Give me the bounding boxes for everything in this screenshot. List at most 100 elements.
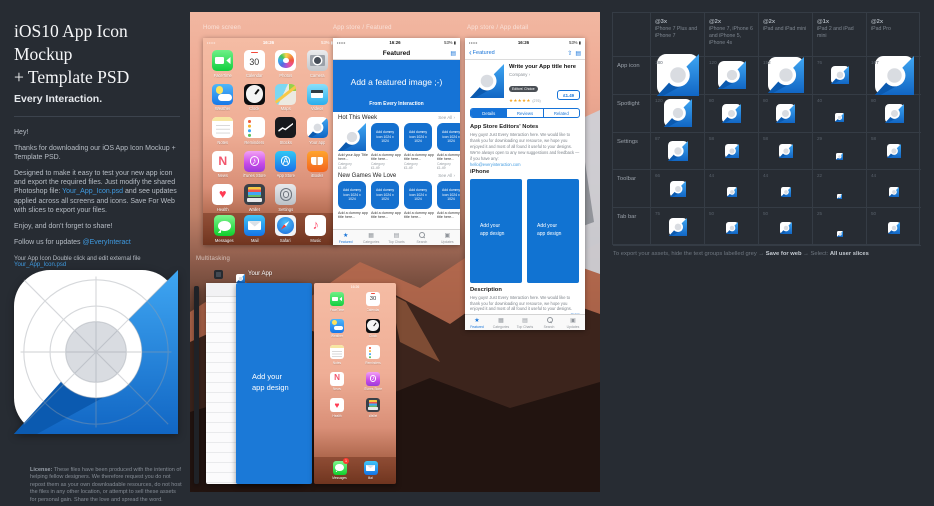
notes-app-icon[interactable]	[330, 345, 344, 359]
twitter-handle-link[interactable]: @EveryInteract	[82, 239, 130, 246]
card-price[interactable]: £1.49	[404, 166, 434, 170]
app-card[interactable]: Add dummy icon 1024 x 1024Add a dummy ap…	[338, 181, 368, 228]
card-price[interactable]: £1.49	[338, 166, 368, 170]
messages-app-icon[interactable]: 1	[333, 461, 347, 475]
your-app-label: Your App	[248, 271, 272, 277]
app-card[interactable]: Add dummy icon 1024 x 1024Add a dummy ap…	[404, 181, 434, 228]
segment-related[interactable]: Related	[543, 109, 579, 117]
app-launcher: Wallet	[355, 398, 391, 418]
tab-top-charts[interactable]: Top Charts	[513, 315, 537, 330]
segment-reviews[interactable]: Reviews	[506, 109, 542, 117]
tab-search[interactable]: Search	[409, 230, 434, 245]
camera-app-icon[interactable]	[307, 50, 328, 71]
messages-app-icon[interactable]	[214, 215, 235, 236]
wallet-app-icon[interactable]	[244, 184, 265, 205]
app-store-app-icon[interactable]	[275, 151, 296, 172]
tab-label: Updates	[567, 325, 580, 329]
dock: MessagesMailSafariMusic	[203, 213, 337, 245]
mail-app-icon[interactable]	[364, 461, 378, 475]
tab-top-charts[interactable]: Top Charts	[384, 230, 409, 245]
your-app-card[interactable]: Add your app design	[236, 283, 312, 484]
tab-categories[interactable]: Categories	[489, 315, 513, 330]
template-app-icon	[837, 186, 842, 191]
reminders-app-icon[interactable]	[366, 345, 380, 359]
card-title: Add a dummy app title here...	[437, 153, 460, 162]
icon-size-cell: 75	[651, 208, 705, 246]
home-screen-card[interactable]: 16:26FaceTime30CalendarWeatherClockNotes…	[314, 283, 396, 484]
size-value: 50	[709, 211, 714, 216]
company-link[interactable]: Company ›	[509, 72, 580, 77]
app-launcher: iTunes Store	[355, 372, 391, 392]
greeting: Hey!	[14, 128, 178, 137]
search-icon	[418, 232, 425, 239]
size-value: 66	[655, 173, 660, 178]
app-launcher: Weather	[319, 319, 355, 339]
wishlist-icon[interactable]: ▤	[575, 50, 581, 57]
videos-app-icon[interactable]	[307, 84, 328, 105]
template-app-icon	[781, 184, 791, 194]
back-button[interactable]: ‹Featured	[469, 47, 495, 59]
notes-app-icon[interactable]	[212, 117, 233, 138]
facetime-app-icon[interactable]	[212, 50, 233, 71]
ibooks-app-icon[interactable]	[307, 151, 328, 172]
clock-app-icon[interactable]	[366, 319, 380, 333]
photos-app-icon[interactable]	[275, 50, 296, 71]
template-app-icon-large[interactable]	[14, 270, 178, 434]
tab-featured[interactable]: Featured	[333, 230, 358, 245]
all-user-slices-text: All user slices	[830, 251, 869, 257]
see-all-link[interactable]: See All ›	[438, 115, 455, 120]
facetime-app-icon[interactable]	[330, 292, 344, 306]
app-label: News	[333, 387, 341, 391]
size-value: 44	[871, 173, 876, 178]
segment-details[interactable]: Details	[471, 109, 506, 117]
your-app-app-icon[interactable]	[307, 117, 328, 138]
maps-app-icon[interactable]	[275, 84, 296, 105]
wishlist-icon[interactable]: ▤	[450, 50, 456, 57]
device-label: iPad Pro	[871, 26, 891, 33]
see-all-link[interactable]: See All ›	[438, 173, 455, 178]
health-app-icon[interactable]	[212, 184, 233, 205]
safari-app-icon[interactable]	[275, 215, 296, 236]
itunes-store-app-icon[interactable]	[366, 372, 380, 386]
app-card[interactable]: Add dummy icon 1024 x 1024Add a dummy ap…	[437, 181, 460, 228]
stocks-app-icon[interactable]	[275, 117, 296, 138]
psd-file-link[interactable]: Your_App_Icon.psd	[62, 188, 123, 195]
share-icon[interactable]: ⇧	[567, 50, 572, 57]
template-app-icon	[725, 144, 739, 158]
size-value: 22	[817, 173, 822, 178]
clock-app-icon[interactable]	[244, 84, 265, 105]
mail-app-icon[interactable]	[244, 215, 265, 236]
settings-app-icon[interactable]	[275, 184, 296, 205]
card-price[interactable]: £1.49	[437, 166, 460, 170]
tab-categories[interactable]: Categories	[358, 230, 383, 245]
app-card[interactable]: Add your App Title here...Category£1.49	[338, 123, 368, 170]
app-card[interactable]: Add dummy icon 1024 x 1024Add a dummy ap…	[371, 181, 401, 228]
price-button[interactable]: £1.49	[557, 90, 580, 100]
featured-banner[interactable]: Add a featured image ;-) From Every Inte…	[333, 60, 460, 112]
app-card-edge[interactable]	[194, 286, 199, 484]
icon-psd-link[interactable]: Your_App_Icon.psd	[14, 262, 66, 268]
app-card[interactable]: Add dummy icon 1024 x 1024Add a dummy ap…	[437, 123, 460, 170]
health-app-icon[interactable]	[330, 398, 344, 412]
tab-updates[interactable]: Updates	[435, 230, 460, 245]
calendar-app-icon[interactable]: 30	[244, 50, 265, 71]
tab-featured[interactable]: Featured	[465, 315, 489, 330]
app-card[interactable]: Add dummy icon 1024 x 1024Add a dummy ap…	[371, 123, 401, 170]
app-label: Notes	[217, 140, 228, 145]
weather-app-icon[interactable]	[212, 84, 233, 105]
app-card[interactable]: Add dummy icon 1024 x 1024Add a dummy ap…	[404, 123, 434, 170]
app-launcher: Messages	[209, 215, 240, 243]
reminders-app-icon[interactable]	[244, 117, 265, 138]
calendar-app-icon[interactable]: 30	[366, 292, 380, 306]
news-app-icon[interactable]	[330, 372, 344, 386]
app-header: Write your App title here Company › Edit…	[465, 60, 585, 106]
music-app-icon[interactable]	[305, 215, 326, 236]
app-launcher: Mail	[240, 215, 271, 243]
card-price[interactable]: £1.49	[371, 166, 401, 170]
news-app-icon[interactable]	[212, 151, 233, 172]
wallet-app-icon[interactable]	[366, 398, 380, 412]
tab-updates[interactable]: Updates	[561, 315, 585, 330]
weather-app-icon[interactable]	[330, 319, 344, 333]
itunes-store-app-icon[interactable]	[244, 151, 265, 172]
tab-search[interactable]: Search	[537, 315, 561, 330]
